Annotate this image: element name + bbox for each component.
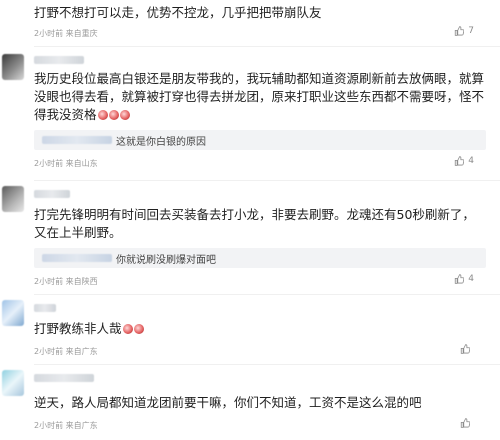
like-button[interactable]: [460, 344, 474, 354]
crying-laughing-emoji-icon: [119, 110, 130, 120]
comment-text: 打完先锋明明有时间回去买装备去打小龙，非要去刷野。龙魂还有50秒刷新了，又在上半…: [34, 207, 475, 240]
divider: [34, 180, 500, 181]
comment-text: 我历史段位最高白银还是朋友带我的，我玩辅助都知道资源刷新前去放俩眼，就算没眼也得…: [34, 71, 485, 122]
comment-feed: 打野不想打可以走，优势不控龙，几乎把把带崩队友 2小时前 来自重庆 7 我历史段…: [0, 0, 500, 440]
like-count: 4: [468, 156, 474, 166]
crying-laughing-emoji-icon: [108, 110, 119, 120]
reply-text: 这就是你白银的原因: [116, 137, 206, 148]
comment-item: 我历史段位最高白银还是朋友带我的，我玩辅助都知道资源刷新前去放俩眼，就算没眼也得…: [0, 50, 500, 178]
avatar[interactable]: [2, 186, 24, 212]
reply-box[interactable]: 这就是你白银的原因: [34, 130, 486, 150]
like-button[interactable]: [460, 418, 474, 428]
like-button[interactable]: 4: [454, 156, 474, 166]
divider: [34, 46, 500, 47]
avatar[interactable]: [2, 300, 24, 326]
comment-meta: 2小时前 来自广东: [34, 347, 98, 356]
like-count: 7: [468, 26, 474, 36]
crying-laughing-emoji-icon: [133, 324, 144, 334]
reply-username[interactable]: [42, 136, 112, 144]
username[interactable]: [34, 190, 70, 198]
thumbs-up-icon: [460, 344, 470, 354]
username[interactable]: [34, 374, 94, 382]
comment-meta: 2小时前 来自广东: [34, 421, 98, 430]
crying-laughing-emoji-icon: [122, 324, 133, 334]
comment-item: 逆天，路人局都知道龙团前要干嘛，你们不知道，工资不是这么混的吧 2小时前 来自广…: [0, 368, 500, 440]
avatar[interactable]: [2, 54, 24, 80]
reply-username[interactable]: [42, 254, 112, 262]
comment-item: 打野教练非人哉 2小时前 来自广东: [0, 298, 500, 362]
comment-text: 逆天，路人局都知道龙团前要干嘛，你们不知道，工资不是这么混的吧: [34, 395, 422, 410]
comment-text: 打野不想打可以走，优势不控龙，几乎把把带崩队友: [34, 5, 322, 20]
thumbs-up-icon: [455, 274, 465, 284]
comment-meta: 2小时前 来自重庆: [34, 29, 98, 38]
like-button[interactable]: 7: [454, 26, 474, 36]
comment-meta: 2小时前 来自山东: [34, 159, 98, 168]
like-count: 4: [468, 274, 474, 284]
like-button[interactable]: 4: [454, 274, 474, 284]
username[interactable]: [34, 56, 84, 64]
username[interactable]: [34, 304, 56, 312]
thumbs-up-icon: [460, 418, 470, 428]
comment-item: 打完先锋明明有时间回去买装备去打小龙，非要去刷野。龙魂还有50秒刷新了，又在上半…: [0, 184, 500, 294]
divider: [34, 364, 500, 365]
thumbs-up-icon: [455, 156, 465, 166]
reply-box[interactable]: 你就说刷没刷爆对面吧: [34, 248, 486, 268]
crying-laughing-emoji-icon: [97, 110, 108, 120]
avatar[interactable]: [2, 370, 24, 396]
comment-text: 打野教练非人哉: [34, 320, 486, 338]
comment-meta: 2小时前 来自陕西: [34, 277, 98, 286]
thumbs-up-icon: [455, 26, 465, 36]
divider: [34, 294, 500, 295]
comment-item: 打野不想打可以走，优势不控龙，几乎把把带崩队友 2小时前 来自重庆 7: [0, 0, 500, 44]
reply-text: 你就说刷没刷爆对面吧: [116, 255, 216, 266]
